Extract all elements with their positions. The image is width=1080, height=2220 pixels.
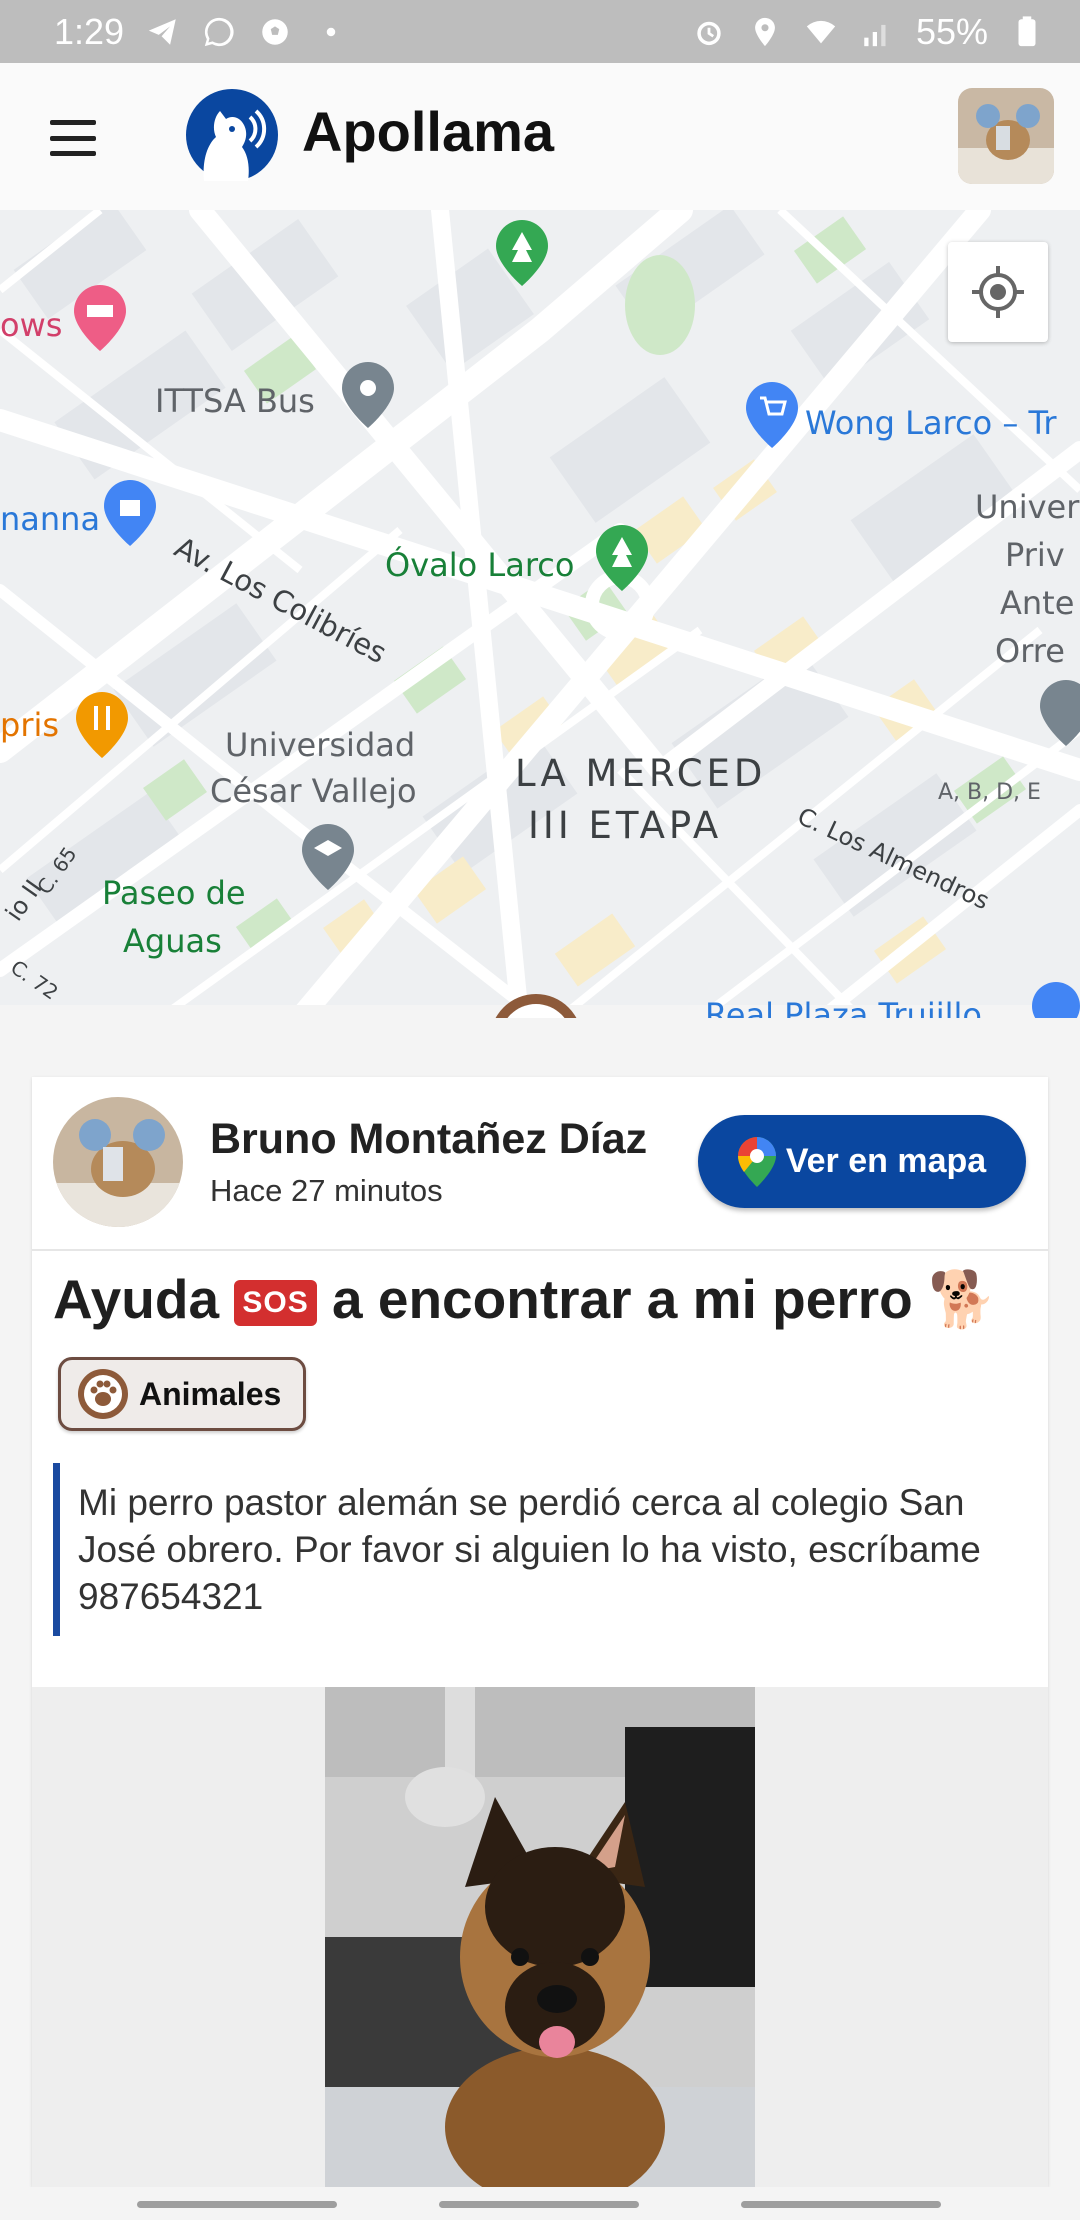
- location-icon: [748, 15, 782, 49]
- nav-back-button[interactable]: [741, 2201, 941, 2208]
- bus-pin-icon[interactable]: [342, 362, 394, 428]
- whatsapp-icon: [202, 15, 236, 49]
- hotel-pin-icon[interactable]: [74, 285, 126, 351]
- university-pin-icon[interactable]: [302, 824, 354, 890]
- map-label-ucv-2: César Vallejo: [210, 772, 417, 810]
- restaurant-pin-icon[interactable]: [76, 692, 128, 758]
- post-title: Ayuda SOS a encontrar a mi perro 🐕: [53, 1267, 997, 1332]
- map-view[interactable]: ows ITTSA Bus Wong Larco – Tr nanna Av. …: [0, 210, 1080, 1018]
- map-label-restaurant: pris: [0, 706, 60, 744]
- park-pin-icon[interactable]: [496, 220, 548, 286]
- app-title: Apollama: [302, 100, 555, 163]
- menu-button[interactable]: [38, 113, 108, 163]
- signal-icon: [860, 15, 894, 49]
- profile-avatar[interactable]: [958, 88, 1054, 184]
- edge-pin-icon[interactable]: [1040, 680, 1080, 746]
- map-label-ovalo: Óvalo Larco: [385, 546, 575, 584]
- post-title-part-2: a encontrar a mi perro: [331, 1268, 913, 1330]
- category-chip[interactable]: Animales: [58, 1357, 307, 1431]
- map-label-anna: nanna: [0, 500, 101, 538]
- battery-percent: 55%: [915, 10, 988, 52]
- crosshair-icon: [972, 266, 1024, 318]
- post-card: Bruno Montañez Díaz Hace 27 minutos Ver …: [32, 1077, 1048, 2187]
- post-time: Hace 27 minutos: [210, 1173, 443, 1208]
- map-label-ucv-1: Universidad: [225, 726, 416, 764]
- map-label-real-plaza: Real Plaza Trujillo: [705, 996, 982, 1018]
- apollama-logo: [186, 89, 278, 181]
- soccer-ball-icon: [258, 15, 292, 49]
- map-label-paseo-1: Paseo de: [102, 874, 246, 912]
- nav-home-button[interactable]: [439, 2201, 639, 2208]
- map-label-merced-1: LA MERCED: [515, 752, 767, 795]
- post-description: Mi perro pastor alemán se perdió cerca a…: [53, 1463, 1013, 1636]
- map-label-univ-2: Priv: [1005, 536, 1065, 574]
- status-time: 1:29: [54, 10, 125, 52]
- shopping-bag-pin-icon[interactable]: [104, 480, 156, 546]
- nav-recents-button[interactable]: [137, 2201, 337, 2208]
- map-label-paseo-2: Aguas: [123, 922, 222, 960]
- telegram-icon: [146, 15, 180, 49]
- author-name: Bruno Montañez Díaz: [210, 1115, 648, 1163]
- dog-emoji-icon: 🐕: [928, 1268, 997, 1330]
- paw-marker-icon[interactable]: [488, 992, 584, 1018]
- view-on-map-button[interactable]: Ver en mapa: [698, 1115, 1026, 1208]
- my-location-button[interactable]: [948, 242, 1048, 342]
- map-label-univ-1: Univer: [975, 488, 1080, 526]
- map-label-univ-4: Orre: [995, 632, 1065, 670]
- app-bar: Apollama: [0, 63, 1080, 210]
- wifi-icon: [804, 15, 838, 49]
- battery-icon: [1010, 15, 1044, 49]
- map-label-abde: A, B, D, E: [938, 780, 1041, 805]
- dot-icon: [314, 15, 348, 49]
- status-bar: 1:29 55%: [0, 0, 1080, 63]
- park-pin-ovalo-icon[interactable]: [596, 525, 648, 591]
- shopping-cart-pin-icon[interactable]: [746, 382, 798, 448]
- sos-badge: SOS: [234, 1280, 317, 1326]
- post-title-part-1: Ayuda: [53, 1268, 220, 1330]
- post-image-container: [32, 1687, 1048, 2187]
- map-label-merced-2: III ETAPA: [528, 804, 723, 847]
- post-header: Bruno Montañez Díaz Hace 27 minutos Ver …: [32, 1077, 1048, 1251]
- system-nav-bar: [0, 2187, 1080, 2220]
- map-label-univ-3: Ante: [1000, 584, 1075, 622]
- google-maps-icon: [737, 1136, 776, 1187]
- alarm-icon: [692, 15, 726, 49]
- map-label-wong: Wong Larco – Tr: [805, 404, 1057, 442]
- view-on-map-label: Ver en mapa: [785, 1142, 987, 1180]
- map-label-hotel: ows: [0, 306, 63, 344]
- map-label-ittsa: ITTSA Bus: [155, 382, 315, 420]
- category-label: Animales: [139, 1375, 282, 1412]
- shopping-mall-pin-icon[interactable]: [1032, 982, 1080, 1018]
- author-avatar[interactable]: [53, 1097, 183, 1227]
- paw-icon: [78, 1369, 128, 1419]
- post-photo-dog[interactable]: [325, 1687, 755, 2187]
